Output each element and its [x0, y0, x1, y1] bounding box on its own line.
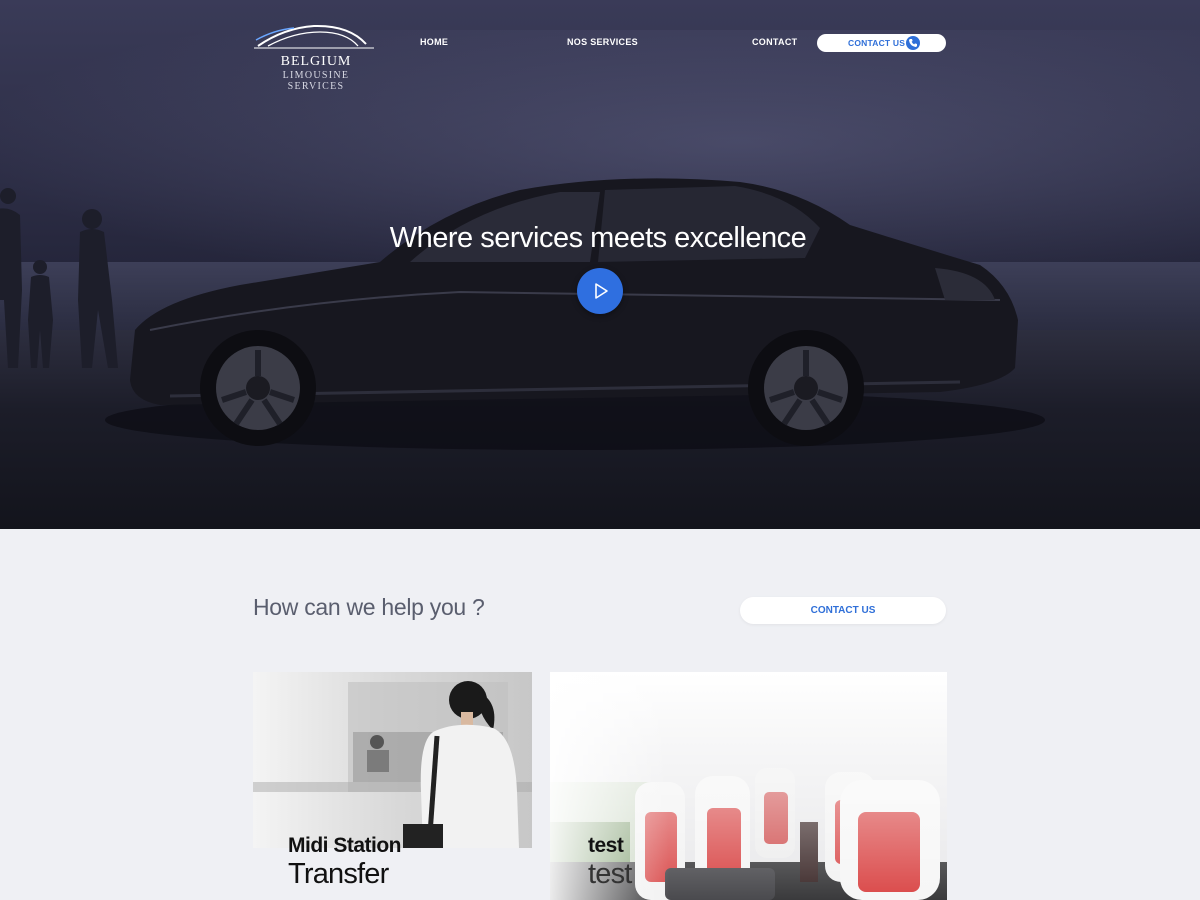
service-card-midi-station[interactable]: Midi Station Transfer	[253, 672, 532, 900]
hero-title: Where services meets excellence	[389, 222, 807, 254]
brand-tagline: LIMOUSINE SERVICES	[282, 70, 350, 92]
play-video-button[interactable]	[577, 268, 623, 314]
card-title: test	[588, 834, 624, 857]
help-contact-us-label: CONTACT US	[810, 605, 876, 616]
hero-banner: BELGIUM LIMOUSINE SERVICES HOME NOS SERV…	[0, 0, 1200, 529]
brand-name: BELGIUM	[280, 54, 352, 69]
card-subtitle: test	[588, 858, 632, 890]
brand-logo[interactable]: BELGIUM LIMOUSINE SERVICES	[254, 22, 378, 92]
family-silhouette	[0, 188, 118, 368]
nav-contact-us-label: CONTACT US	[848, 38, 906, 48]
phone-icon	[906, 36, 920, 50]
help-title: How can we help you ?	[253, 594, 485, 620]
nav-contact-us-button[interactable]: CONTACT US	[817, 34, 946, 52]
play-icon	[595, 283, 608, 299]
nav-contact[interactable]: CONTACT	[752, 37, 797, 47]
service-card-test[interactable]: test test	[550, 672, 947, 900]
nav-home[interactable]: HOME	[420, 37, 448, 47]
hero-photo-scene	[0, 178, 1045, 450]
card-subtitle: Transfer	[288, 858, 389, 890]
car-logo-icon	[254, 24, 374, 49]
nav-services[interactable]: NOS SERVICES	[567, 37, 638, 47]
help-contact-us-button[interactable]: CONTACT US	[740, 597, 946, 624]
card-title: Midi Station	[288, 834, 402, 857]
